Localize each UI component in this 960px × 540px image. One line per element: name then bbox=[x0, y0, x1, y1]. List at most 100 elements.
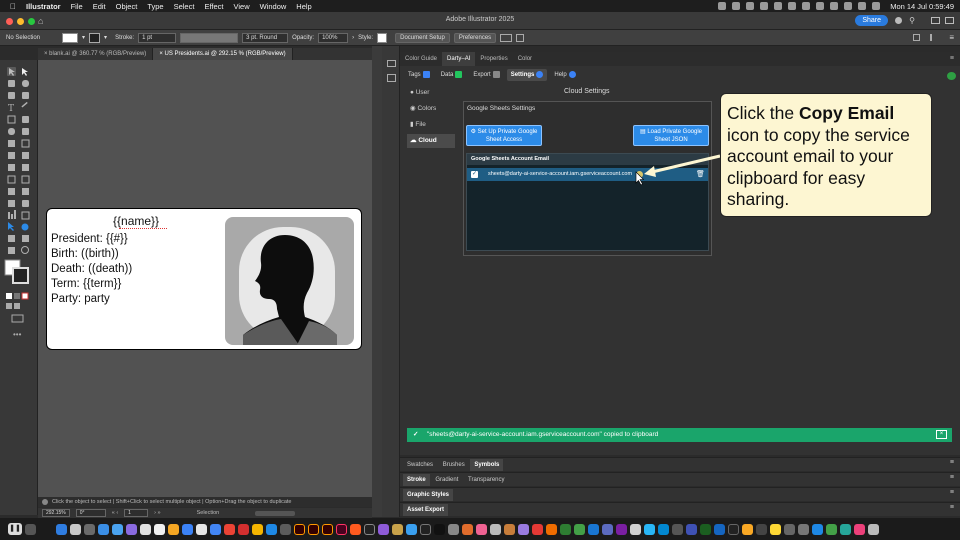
artboard-nav-prev[interactable]: « ‹ bbox=[112, 510, 118, 516]
panel-toggle-icon[interactable] bbox=[913, 34, 920, 41]
app-icon[interactable] bbox=[25, 523, 36, 535]
rotate-field[interactable]: 0° bbox=[75, 509, 106, 517]
app-menu[interactable]: Illustrator bbox=[26, 2, 61, 11]
tab-gradient[interactable]: Gradient bbox=[431, 474, 462, 486]
app-icon[interactable] bbox=[518, 523, 529, 535]
app-icon[interactable] bbox=[826, 523, 837, 535]
chrome-icon[interactable] bbox=[210, 523, 221, 535]
hamburger-icon[interactable]: ≡ bbox=[950, 474, 954, 481]
tool-icons[interactable]: T ••• bbox=[0, 64, 38, 354]
app-icon[interactable] bbox=[672, 523, 683, 535]
apple-icon[interactable]:  bbox=[10, 2, 16, 11]
app-icon[interactable] bbox=[574, 523, 585, 535]
app-icon[interactable] bbox=[266, 523, 277, 535]
artboard[interactable]: {{name}} President: {{#}} Birth: ((birth… bbox=[46, 208, 362, 350]
share-button[interactable]: Share bbox=[855, 15, 888, 26]
app-icon[interactable] bbox=[406, 523, 417, 535]
app-icon[interactable] bbox=[84, 523, 95, 535]
menu-window[interactable]: Window bbox=[260, 2, 287, 11]
app-icon[interactable] bbox=[504, 523, 515, 535]
stroke-weight-field[interactable]: 1 pt bbox=[138, 32, 177, 43]
tab-swatches[interactable]: Swatches bbox=[403, 459, 437, 471]
app-icon[interactable] bbox=[98, 523, 109, 535]
sync-icon[interactable] bbox=[947, 72, 956, 80]
tab-tags[interactable]: Tags bbox=[404, 69, 434, 81]
tab-stroke[interactable]: Stroke bbox=[403, 474, 430, 486]
app-icon[interactable] bbox=[168, 523, 179, 535]
hamburger-icon[interactable]: ≡ bbox=[950, 459, 954, 466]
status-icon[interactable] bbox=[830, 2, 839, 10]
status-icon[interactable] bbox=[732, 2, 741, 10]
search-icon[interactable] bbox=[858, 2, 867, 10]
fill-swatch[interactable] bbox=[62, 32, 79, 43]
app-icon[interactable] bbox=[140, 523, 151, 535]
opacity-field[interactable]: 100% bbox=[318, 32, 349, 43]
tab-darty-ai[interactable]: Darty–AI bbox=[442, 52, 476, 66]
tab-color[interactable]: Color bbox=[513, 52, 537, 66]
tab-transparency[interactable]: Transparency bbox=[464, 474, 508, 486]
app-icon[interactable] bbox=[448, 523, 459, 535]
illustrator-icon[interactable] bbox=[294, 523, 305, 535]
status-icon[interactable] bbox=[760, 2, 769, 10]
app-icon[interactable] bbox=[602, 523, 613, 535]
tab-asset-export[interactable]: Asset Export bbox=[403, 504, 449, 516]
app-icon[interactable] bbox=[126, 523, 137, 535]
tab-export[interactable]: Export bbox=[469, 69, 503, 81]
transform-icon[interactable] bbox=[516, 33, 525, 42]
app-icon[interactable] bbox=[658, 523, 669, 535]
clock[interactable]: Mon 14 Jul 0:59:49 bbox=[890, 2, 954, 11]
bell-icon[interactable] bbox=[895, 17, 902, 24]
hamburger-icon[interactable]: ≡ bbox=[950, 55, 954, 62]
app-icon[interactable] bbox=[462, 523, 473, 535]
load-json-button[interactable]: ▤ Load Private Google Sheet JSON bbox=[633, 125, 709, 146]
menu-select[interactable]: Select bbox=[174, 2, 195, 11]
tab-settings[interactable]: Settings bbox=[506, 69, 548, 81]
horizontal-scrollbar[interactable] bbox=[255, 510, 296, 516]
app-icon[interactable] bbox=[588, 523, 599, 535]
brush-dropdown[interactable]: 3 pt. Round bbox=[242, 32, 289, 43]
style-swatch[interactable] bbox=[377, 32, 388, 43]
illustrator-icon[interactable] bbox=[322, 523, 333, 535]
app-icon[interactable] bbox=[280, 523, 291, 535]
app-icon[interactable] bbox=[616, 523, 627, 535]
app-icon[interactable] bbox=[238, 523, 249, 535]
hamburger-icon[interactable]: ≡ bbox=[950, 504, 954, 511]
app-icon[interactable] bbox=[112, 523, 123, 535]
status-icon[interactable] bbox=[718, 2, 727, 10]
layers-icon[interactable] bbox=[387, 60, 396, 67]
artboard-nav-next[interactable]: › » bbox=[154, 510, 160, 516]
status-icon[interactable] bbox=[816, 2, 825, 10]
menu-edit[interactable]: Edit bbox=[93, 2, 106, 11]
finder-icon[interactable] bbox=[56, 523, 67, 535]
launchpad-icon[interactable] bbox=[70, 523, 81, 535]
app-icon[interactable] bbox=[630, 523, 641, 535]
app-icon[interactable] bbox=[546, 523, 557, 535]
wifi-icon[interactable] bbox=[844, 2, 853, 10]
close-icon[interactable]: × bbox=[936, 430, 947, 439]
app-icon[interactable] bbox=[770, 523, 781, 535]
app-icon[interactable] bbox=[252, 523, 263, 535]
app-icon[interactable] bbox=[392, 523, 403, 535]
app-icon[interactable] bbox=[840, 523, 851, 535]
control-center-icon[interactable] bbox=[872, 2, 881, 10]
document-setup-button[interactable]: Document Setup bbox=[395, 32, 450, 43]
chevron-down-icon[interactable]: ▾ bbox=[82, 34, 85, 41]
sidebar-item-cloud[interactable]: ☁ Cloud bbox=[407, 134, 455, 148]
preferences-button[interactable]: Preferences bbox=[453, 32, 497, 43]
app-icon[interactable] bbox=[644, 523, 655, 535]
search-icon[interactable]: ⚲ bbox=[909, 16, 915, 25]
menu-file[interactable]: File bbox=[71, 2, 83, 11]
status-icon[interactable] bbox=[802, 2, 811, 10]
setup-private-access-button[interactable]: ⚙ Set Up Private Google Sheet Access bbox=[466, 125, 542, 146]
app-icon[interactable] bbox=[854, 523, 865, 535]
app-icon[interactable] bbox=[490, 523, 501, 535]
app-icon[interactable] bbox=[756, 523, 767, 535]
sidebar-item-user[interactable]: ● User bbox=[407, 86, 455, 100]
tab-brushes[interactable]: Brushes bbox=[439, 459, 469, 471]
status-icon[interactable] bbox=[774, 2, 783, 10]
tab-graphic-styles[interactable]: Graphic Styles bbox=[403, 489, 454, 501]
app-icon[interactable] bbox=[434, 523, 445, 535]
app-icon[interactable] bbox=[560, 523, 571, 535]
doc-tab-us-presidents[interactable]: × US Presidents.ai @ 292.15 % (RGB/Previ… bbox=[153, 48, 293, 60]
status-icon[interactable] bbox=[788, 2, 797, 10]
